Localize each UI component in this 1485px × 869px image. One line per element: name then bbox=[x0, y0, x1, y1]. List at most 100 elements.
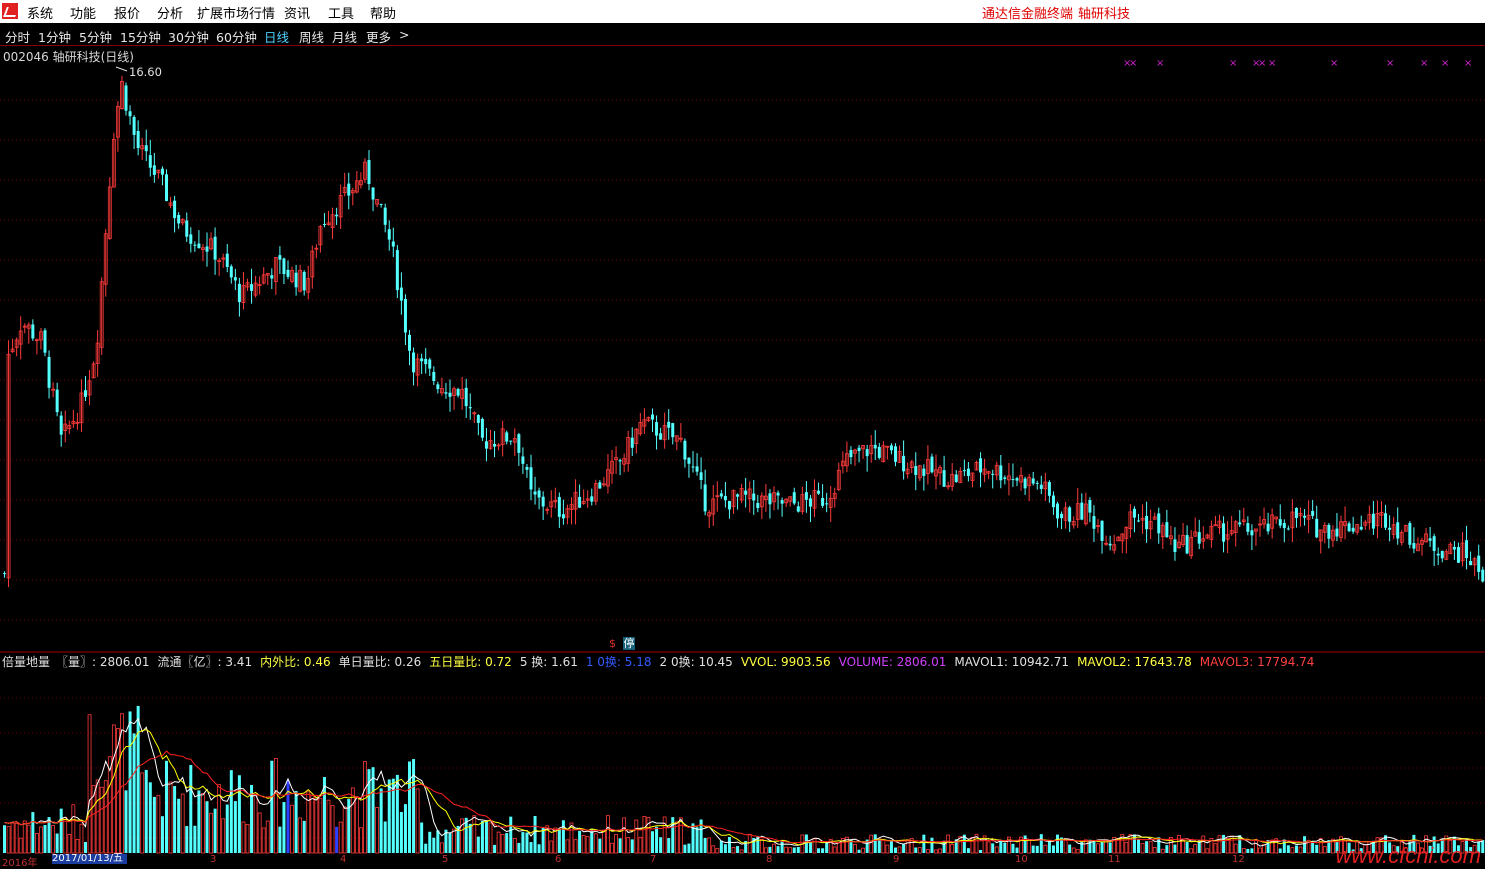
candle-body bbox=[1384, 513, 1388, 528]
volume-bar bbox=[1124, 841, 1129, 854]
candle-body bbox=[991, 473, 995, 475]
candle-body bbox=[1039, 484, 1043, 489]
volume-bar bbox=[719, 840, 723, 853]
volume-bar bbox=[1189, 848, 1194, 854]
volume-bar bbox=[403, 804, 407, 853]
volume-bar bbox=[59, 808, 63, 853]
candle-body bbox=[160, 168, 164, 175]
volume-bar bbox=[488, 822, 493, 854]
volume-bar bbox=[221, 818, 226, 854]
candle-body bbox=[1335, 528, 1339, 537]
volume-bar bbox=[237, 775, 241, 853]
candle-body bbox=[43, 330, 47, 353]
volume-bar bbox=[986, 841, 991, 854]
volume-bar bbox=[261, 827, 266, 854]
signal-mark: × bbox=[1129, 58, 1138, 69]
period-tab-15min[interactable]: 15分钟 bbox=[120, 27, 161, 46]
volume-bar bbox=[472, 815, 477, 854]
app-logo-icon bbox=[2, 3, 18, 19]
menu-quote[interactable]: 报价 bbox=[114, 3, 140, 22]
volume-bar bbox=[926, 849, 930, 854]
period-tab-60min[interactable]: 60分钟 bbox=[216, 27, 257, 46]
candle-body bbox=[1351, 527, 1355, 532]
period-tab-30min[interactable]: 30分钟 bbox=[168, 27, 209, 46]
volume-bar bbox=[278, 826, 282, 853]
candle-body bbox=[391, 241, 395, 247]
volume-bar bbox=[861, 847, 865, 854]
volume-bar bbox=[687, 843, 691, 853]
volume-bar bbox=[533, 815, 537, 853]
candle-body bbox=[278, 255, 282, 260]
volume-bar bbox=[363, 761, 367, 854]
volume-bar bbox=[136, 705, 140, 853]
volume-bar bbox=[55, 833, 59, 853]
volume-chart[interactable] bbox=[0, 668, 1485, 854]
period-tab-intraday[interactable]: 分时 bbox=[5, 27, 30, 46]
period-tab-more[interactable]: 更多 bbox=[366, 27, 391, 46]
volume-bar bbox=[1023, 835, 1027, 853]
candle-body bbox=[1080, 502, 1084, 520]
volume-bar bbox=[727, 836, 731, 853]
candle-body bbox=[476, 415, 480, 423]
candle-body bbox=[128, 111, 132, 117]
signal-mark: × bbox=[1441, 58, 1450, 69]
candle-body bbox=[1238, 522, 1242, 525]
more-chevron-icon[interactable]: > bbox=[399, 27, 409, 42]
candle-body bbox=[877, 446, 881, 458]
volume-bar bbox=[160, 816, 164, 853]
candle-body bbox=[1250, 530, 1254, 536]
volume-bar bbox=[270, 760, 274, 853]
cursor-date-box: 2017/01/13/五 bbox=[52, 854, 127, 864]
volume-bar bbox=[79, 823, 84, 854]
candle-body bbox=[719, 493, 723, 497]
candle-body bbox=[250, 284, 254, 291]
candlestick-chart[interactable] bbox=[0, 45, 1485, 653]
candle-body bbox=[1023, 478, 1027, 489]
candle-body bbox=[1060, 513, 1064, 519]
volume-bar bbox=[111, 724, 116, 854]
x-axis-label: 8 bbox=[766, 854, 773, 865]
volume-bar bbox=[1031, 845, 1035, 853]
volume-bar bbox=[1278, 848, 1282, 853]
volume-bar bbox=[152, 796, 156, 853]
menu-extended-market[interactable]: 扩展市场行情 bbox=[197, 3, 275, 22]
period-tab-5min[interactable]: 5分钟 bbox=[79, 27, 112, 46]
volume-bar bbox=[480, 821, 484, 853]
volume-bar bbox=[1015, 847, 1019, 853]
candle-body bbox=[1246, 523, 1250, 532]
candle-body bbox=[630, 437, 634, 448]
volume-bar bbox=[804, 834, 808, 853]
menu-analysis[interactable]: 分析 bbox=[157, 3, 183, 22]
volume-bar bbox=[330, 805, 335, 854]
menu-news[interactable]: 资讯 bbox=[284, 3, 310, 22]
volume-bar bbox=[796, 847, 800, 853]
menu-system[interactable]: 系统 bbox=[27, 3, 53, 22]
menu-tools[interactable]: 工具 bbox=[328, 3, 354, 22]
volume-bar bbox=[622, 817, 627, 854]
volume-bar bbox=[395, 774, 399, 853]
volume-bar bbox=[979, 849, 983, 853]
candle-body bbox=[1456, 547, 1460, 563]
volume-bar bbox=[39, 826, 43, 854]
period-tab-monthly[interactable]: 月线 bbox=[332, 27, 357, 46]
candle-body bbox=[954, 474, 958, 482]
volume-bar bbox=[156, 794, 161, 854]
menu-function[interactable]: 功能 bbox=[70, 3, 96, 22]
volume-bar bbox=[484, 820, 488, 853]
candle-body bbox=[930, 456, 934, 473]
candle-body bbox=[282, 258, 286, 275]
volume-bar bbox=[1173, 844, 1177, 853]
candle-body bbox=[776, 492, 780, 496]
candle-body bbox=[1051, 495, 1055, 508]
period-tab-1min[interactable]: 1分钟 bbox=[38, 27, 71, 46]
period-tab-weekly[interactable]: 周线 bbox=[299, 27, 324, 46]
volume-bar bbox=[695, 827, 699, 853]
candle-body bbox=[233, 277, 237, 281]
volume-bar bbox=[894, 847, 897, 853]
volume-bar bbox=[3, 825, 6, 853]
menu-help[interactable]: 帮助 bbox=[370, 3, 396, 22]
period-tab-daily[interactable]: 日线 bbox=[264, 27, 289, 46]
x-axis-label: 9 bbox=[893, 854, 900, 865]
volume-bar bbox=[383, 821, 387, 853]
candle-body bbox=[383, 207, 387, 225]
